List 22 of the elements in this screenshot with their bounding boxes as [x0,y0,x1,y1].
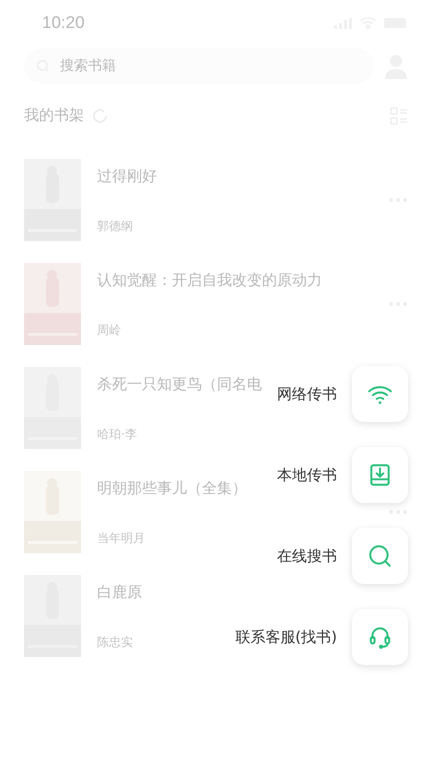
search-icon [367,543,393,569]
book-author: 周岭 [97,322,121,339]
book-title[interactable]: 杀死一只知更鸟（同名电 [97,375,262,394]
book-author: 哈珀·李 [97,426,137,443]
book-title[interactable]: 过得刚好 [97,167,157,186]
search-placeholder: 搜索书籍 [60,57,116,75]
book-title[interactable]: 明朝那些事儿（全集） [97,479,247,498]
menu-button[interactable] [352,366,408,422]
book-author: 当年明月 [97,530,145,547]
menu-label: 网络传书 [277,384,337,404]
book-author: 郭德纲 [97,218,133,235]
book-title[interactable]: 认知觉醒：开启自我改变的原动力 [97,271,322,290]
menu-label: 在线搜书 [277,546,337,566]
menu-label: 联系客服(找书) [235,628,337,646]
status-time: 10:20 [42,13,85,33]
book-author: 陈忠实 [97,634,133,651]
shelf-title: 我的书架 [24,106,84,125]
menu-button[interactable] [352,447,408,503]
book-title[interactable]: 白鹿原 [97,583,142,602]
menu-button[interactable] [352,609,408,665]
menu-label: 本地传书 [277,466,337,484]
menu-button[interactable] [352,528,408,584]
